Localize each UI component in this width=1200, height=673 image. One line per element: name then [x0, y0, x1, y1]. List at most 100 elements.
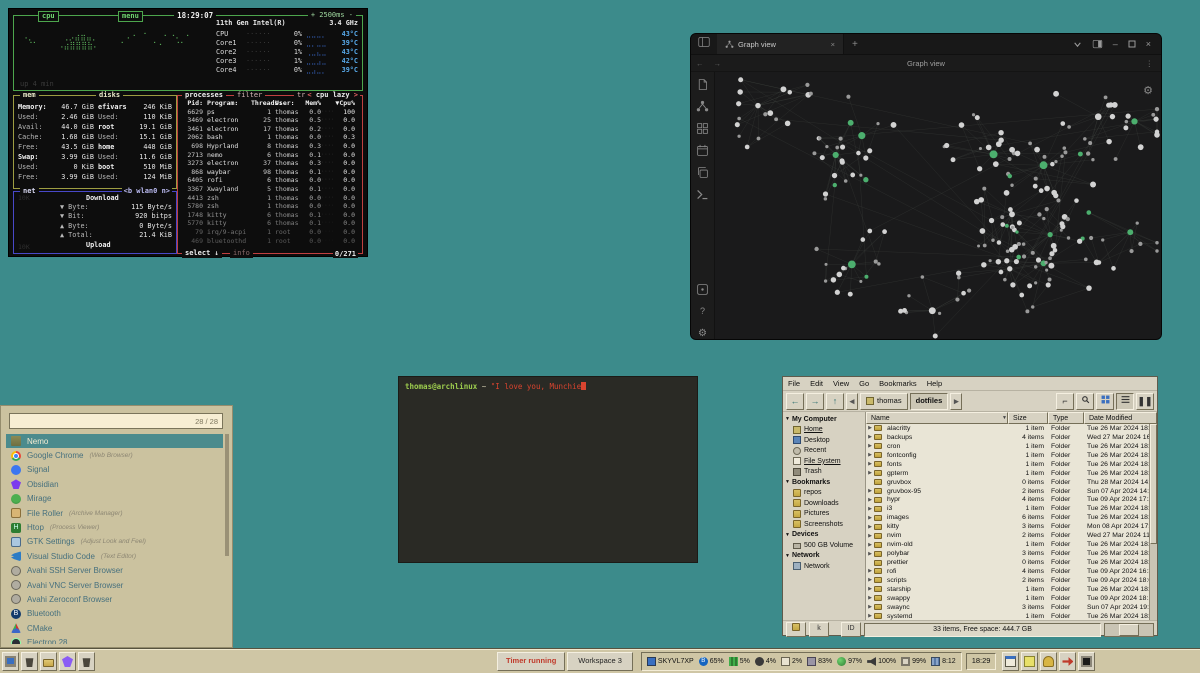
graph-node[interactable] — [1017, 220, 1022, 225]
expander-icon[interactable]: ▶ — [866, 515, 874, 521]
forward-button[interactable]: → — [806, 393, 824, 410]
graph-node[interactable] — [856, 151, 861, 156]
graph-node[interactable] — [846, 95, 850, 99]
graph-node[interactable] — [1127, 229, 1133, 235]
graph-node[interactable] — [933, 334, 938, 339]
file-row[interactable]: ▶systemd1 itemFolderTue 26 Mar 2024 18:0… — [866, 612, 1157, 620]
tray-bluetooth[interactable]: B65% — [699, 657, 724, 666]
file-row[interactable]: ▶gpterm1 itemFolderTue 26 Mar 2024 18:04… — [866, 469, 1157, 478]
graph-node[interactable] — [1138, 242, 1142, 246]
graph-node[interactable] — [1044, 186, 1050, 192]
maximize-button[interactable] — [1128, 40, 1136, 48]
graph-node[interactable] — [1048, 278, 1052, 282]
graph-node[interactable] — [979, 147, 982, 150]
graph-node[interactable] — [996, 259, 1001, 264]
file-row[interactable]: ▶fontconfig1 itemFolderTue 26 Mar 2024 1… — [866, 451, 1157, 460]
sidebar-item-repos[interactable]: repos — [783, 488, 865, 499]
graph-node[interactable] — [1007, 266, 1012, 271]
graph-node[interactable] — [977, 166, 982, 171]
breadcrumb-scroll-left-icon[interactable]: ◂ — [846, 393, 858, 410]
display-button[interactable] — [1078, 652, 1095, 671]
graph-node[interactable] — [1018, 242, 1021, 245]
expander-icon[interactable]: ▶ — [866, 577, 874, 583]
sidebar-toggle-icon[interactable] — [691, 35, 717, 53]
app-item-google-chrome[interactable]: Google Chrome(Web Browser) — [6, 448, 223, 462]
graph-node[interactable] — [831, 277, 836, 282]
graph-node[interactable] — [967, 288, 971, 292]
back-button[interactable]: ← — [786, 393, 804, 410]
graph-node[interactable] — [1077, 239, 1082, 244]
app-item-cmake[interactable]: CMake — [6, 621, 223, 635]
graph-node[interactable] — [1131, 118, 1137, 124]
more-options-icon[interactable]: ⋮ — [1146, 59, 1162, 68]
graph-node[interactable] — [825, 263, 828, 266]
graph-node[interactable] — [1040, 161, 1048, 169]
graph-node[interactable] — [833, 183, 837, 187]
graph-node[interactable] — [1008, 207, 1013, 212]
sidebar-section-devices[interactable]: ▼Devices — [783, 530, 865, 541]
graph-node[interactable] — [955, 298, 959, 302]
graph-node[interactable] — [1015, 230, 1018, 233]
graph-node[interactable] — [1155, 249, 1158, 252]
graph-node[interactable] — [877, 262, 881, 266]
dual-pane-icon[interactable]: ❚❚ — [1136, 393, 1154, 410]
graph-node[interactable] — [1063, 146, 1067, 150]
templates-icon[interactable] — [696, 166, 709, 179]
graph-node[interactable] — [859, 174, 862, 177]
graph-node[interactable] — [982, 187, 986, 191]
graph-node[interactable] — [1060, 121, 1065, 126]
app-item-visual-studio-code[interactable]: Visual Studio Code(Text Editor) — [6, 549, 223, 563]
graph-node[interactable] — [1044, 261, 1047, 264]
file-row[interactable]: gruvbox0 itemsFolderThu 28 Mar 2024 14:3… — [866, 478, 1157, 487]
expander-icon[interactable]: ▶ — [866, 452, 874, 458]
keys-button[interactable] — [1040, 652, 1057, 671]
process-info-hint[interactable]: info — [230, 249, 253, 258]
graph-node[interactable] — [991, 239, 994, 242]
graph-node[interactable] — [1101, 238, 1104, 241]
graph-node[interactable] — [876, 122, 879, 125]
graph-node[interactable] — [737, 89, 742, 94]
graph-node[interactable] — [1010, 282, 1015, 287]
header-cell[interactable]: Threads: — [251, 99, 271, 108]
graph-node[interactable] — [848, 261, 856, 269]
process-row[interactable]: 698Hyprland8thomas0.3····0.0 — [181, 142, 359, 151]
graph-node[interactable] — [989, 259, 992, 262]
graph-node[interactable] — [1053, 91, 1059, 97]
sidebar-section-network[interactable]: ▼Network — [783, 551, 865, 562]
btop-refresh-interval[interactable]: + 2500ms - — [308, 11, 356, 19]
graph-node[interactable] — [824, 279, 827, 282]
tray-volume[interactable]: 100% — [867, 657, 896, 666]
graph-node[interactable] — [1067, 236, 1070, 239]
back-icon[interactable]: ← — [691, 59, 709, 68]
graph-node[interactable] — [1004, 258, 1009, 263]
graph-node[interactable] — [1090, 182, 1096, 188]
graph-node[interactable] — [1136, 221, 1139, 224]
obsidian-window[interactable]: Graph view × + – × ← → Graph view ⋮ — [690, 33, 1162, 340]
file-row[interactable]: ▶backups4 itemsFolderWed 27 Mar 2024 16:… — [866, 433, 1157, 442]
header-cell[interactable] — [321, 99, 331, 108]
graph-node[interactable] — [981, 262, 986, 267]
process-row[interactable]: 2713nemo6thomas0.1····0.0 — [181, 151, 359, 160]
graph-node[interactable] — [997, 240, 1001, 244]
graph-node[interactable] — [1008, 157, 1012, 161]
btop-tab-cpu[interactable]: cpu — [38, 11, 59, 22]
layout-toggle-icon[interactable] — [1092, 39, 1103, 49]
expander-icon[interactable]: ▶ — [866, 613, 874, 619]
open-terminal-icon[interactable]: ⌐ — [1056, 393, 1074, 410]
search-icon[interactable] — [1076, 393, 1094, 410]
expander-icon[interactable]: ▶ — [866, 470, 874, 476]
process-row[interactable]: 5770kitty6thomas0.1····0.0 — [181, 219, 359, 228]
graph-node[interactable] — [1155, 107, 1159, 111]
graph-node[interactable] — [755, 103, 760, 108]
graph-node[interactable] — [824, 197, 827, 200]
graph-node[interactable] — [996, 141, 1002, 147]
graph-node[interactable] — [989, 218, 994, 223]
quick-switcher-icon[interactable] — [696, 78, 709, 91]
file-row[interactable]: ▶kitty3 itemsFolderMon 08 Apr 2024 17:33… — [866, 522, 1157, 531]
notes-button[interactable] — [1021, 652, 1038, 671]
graph-node[interactable] — [858, 132, 865, 139]
process-row[interactable]: 4413zsh1thomas0.0····0.0 — [181, 194, 359, 203]
graph-node[interactable] — [1028, 141, 1032, 145]
expander-icon[interactable]: ▶ — [866, 542, 874, 548]
vertical-scrollbar[interactable] — [1149, 424, 1157, 620]
